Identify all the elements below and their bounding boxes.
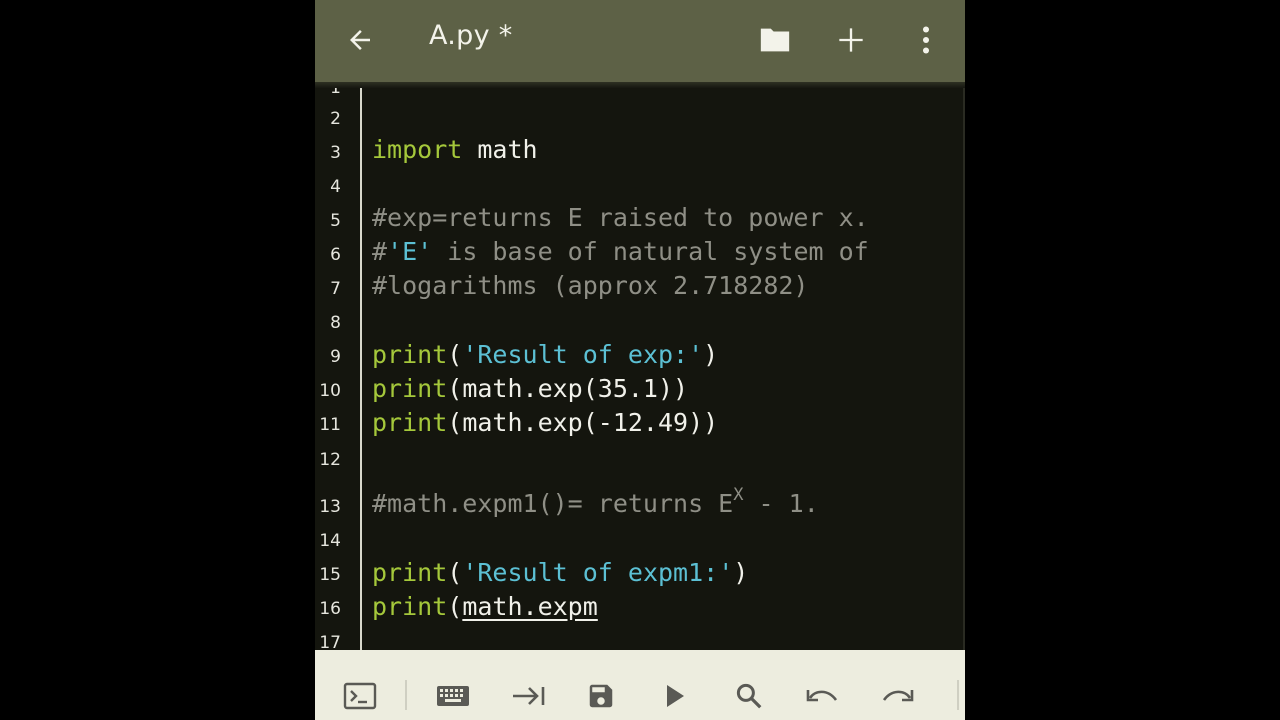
- line-number: 15: [319, 565, 341, 585]
- code-text: ): [733, 558, 749, 587]
- line-number: 17: [319, 633, 341, 650]
- terminal-icon: [343, 682, 377, 710]
- gutter-divider: [360, 88, 362, 650]
- code-line-10: print(math.exp(35.1)): [372, 374, 688, 404]
- plus-icon: [839, 28, 863, 52]
- line-number: 14: [319, 531, 341, 551]
- line-number: 13: [319, 497, 341, 517]
- line-number: 1: [330, 88, 341, 98]
- code-text: ): [703, 340, 719, 369]
- line-number: 7: [330, 279, 341, 299]
- redo-button[interactable]: [875, 674, 919, 718]
- toolbar-separator: [957, 680, 959, 710]
- string-literal: 'Result of exp:': [462, 340, 704, 369]
- run-button[interactable]: [653, 674, 697, 718]
- autocomplete-underline: math.expm: [462, 592, 598, 621]
- string-literal: 'E': [387, 237, 433, 266]
- back-arrow-icon: [350, 30, 370, 50]
- keyword: print: [372, 558, 448, 587]
- open-folder-button[interactable]: [751, 16, 799, 64]
- code-line-6: #'E' is base of natural system of: [372, 237, 869, 267]
- undo-button[interactable]: [801, 674, 845, 718]
- line-number: 5: [330, 211, 341, 231]
- tab-button[interactable]: [507, 674, 551, 718]
- line-number: 10: [319, 381, 341, 401]
- keyboard-icon: [437, 686, 469, 706]
- code-text: (math.exp(-12.49)): [447, 408, 719, 437]
- code-text: (: [447, 340, 463, 369]
- app-bar: A.py *: [315, 0, 965, 82]
- search-icon: [736, 683, 762, 709]
- line-number: 16: [319, 599, 341, 619]
- keyword: import: [372, 135, 463, 164]
- line-number: 11: [319, 415, 341, 435]
- line-number: 8: [330, 313, 341, 333]
- keyword: print: [372, 408, 448, 437]
- back-button[interactable]: [336, 16, 384, 64]
- more-vert-icon: [922, 26, 930, 54]
- run-icon: [667, 685, 684, 707]
- code-editor[interactable]: 1 2 3 4 5 6 7 8 9 10 11 12 13 14 15 16 1…: [315, 88, 965, 650]
- superscript-x: X: [733, 485, 744, 505]
- redo-icon: [882, 690, 914, 702]
- save-button[interactable]: [579, 674, 623, 718]
- comment-text: - 1.: [743, 489, 819, 518]
- line-number: 12: [319, 450, 341, 470]
- terminal-button[interactable]: [338, 674, 382, 718]
- line-number: 4: [330, 177, 341, 197]
- overflow-menu-button[interactable]: [902, 16, 950, 64]
- file-title: A.py *: [429, 20, 513, 51]
- line-number: 3: [330, 143, 341, 163]
- new-file-button[interactable]: [827, 16, 875, 64]
- code-line-7: #logarithms (approx 2.718282): [372, 271, 809, 300]
- code-line-13: #math.expm1()= returns EX - 1.: [372, 485, 819, 522]
- comment-text: #math.expm1()= returns E: [372, 489, 734, 518]
- code-line-11: print(math.exp(-12.49)): [372, 408, 718, 438]
- bottom-toolbar: [315, 650, 965, 720]
- code-text: math: [462, 135, 538, 164]
- code-line-3: import math: [372, 135, 538, 165]
- comment-text: is base of natural system of: [432, 237, 869, 266]
- code-text: (math.exp(35.1)): [447, 374, 689, 403]
- keyboard-button[interactable]: [431, 674, 475, 718]
- undo-icon: [806, 690, 838, 702]
- code-text: (: [447, 558, 463, 587]
- string-literal: 'Result of expm1:': [462, 558, 734, 587]
- code-line-15: print('Result of expm1:'): [372, 558, 748, 588]
- search-button[interactable]: [727, 674, 771, 718]
- save-icon: [589, 684, 613, 708]
- keyword: print: [372, 592, 448, 621]
- keyword: print: [372, 374, 448, 403]
- code-text: (: [447, 592, 463, 621]
- line-number: 6: [330, 245, 341, 265]
- line-number: 9: [330, 347, 341, 367]
- toolbar-separator: [405, 680, 407, 710]
- keyword: print: [372, 340, 448, 369]
- comment-text: #: [372, 237, 388, 266]
- phone-screen: A.py * 1 2 3 4 5 6 7 8 9 10 11 12 13 14 …: [315, 0, 965, 720]
- line-number: 2: [330, 109, 341, 129]
- code-line-16: print(math.expm: [372, 592, 598, 622]
- folder-icon: [760, 28, 790, 52]
- code-line-5: #exp=returns E raised to power x.: [372, 203, 869, 232]
- code-line-9: print('Result of exp:'): [372, 340, 718, 370]
- tab-icon: [513, 687, 545, 705]
